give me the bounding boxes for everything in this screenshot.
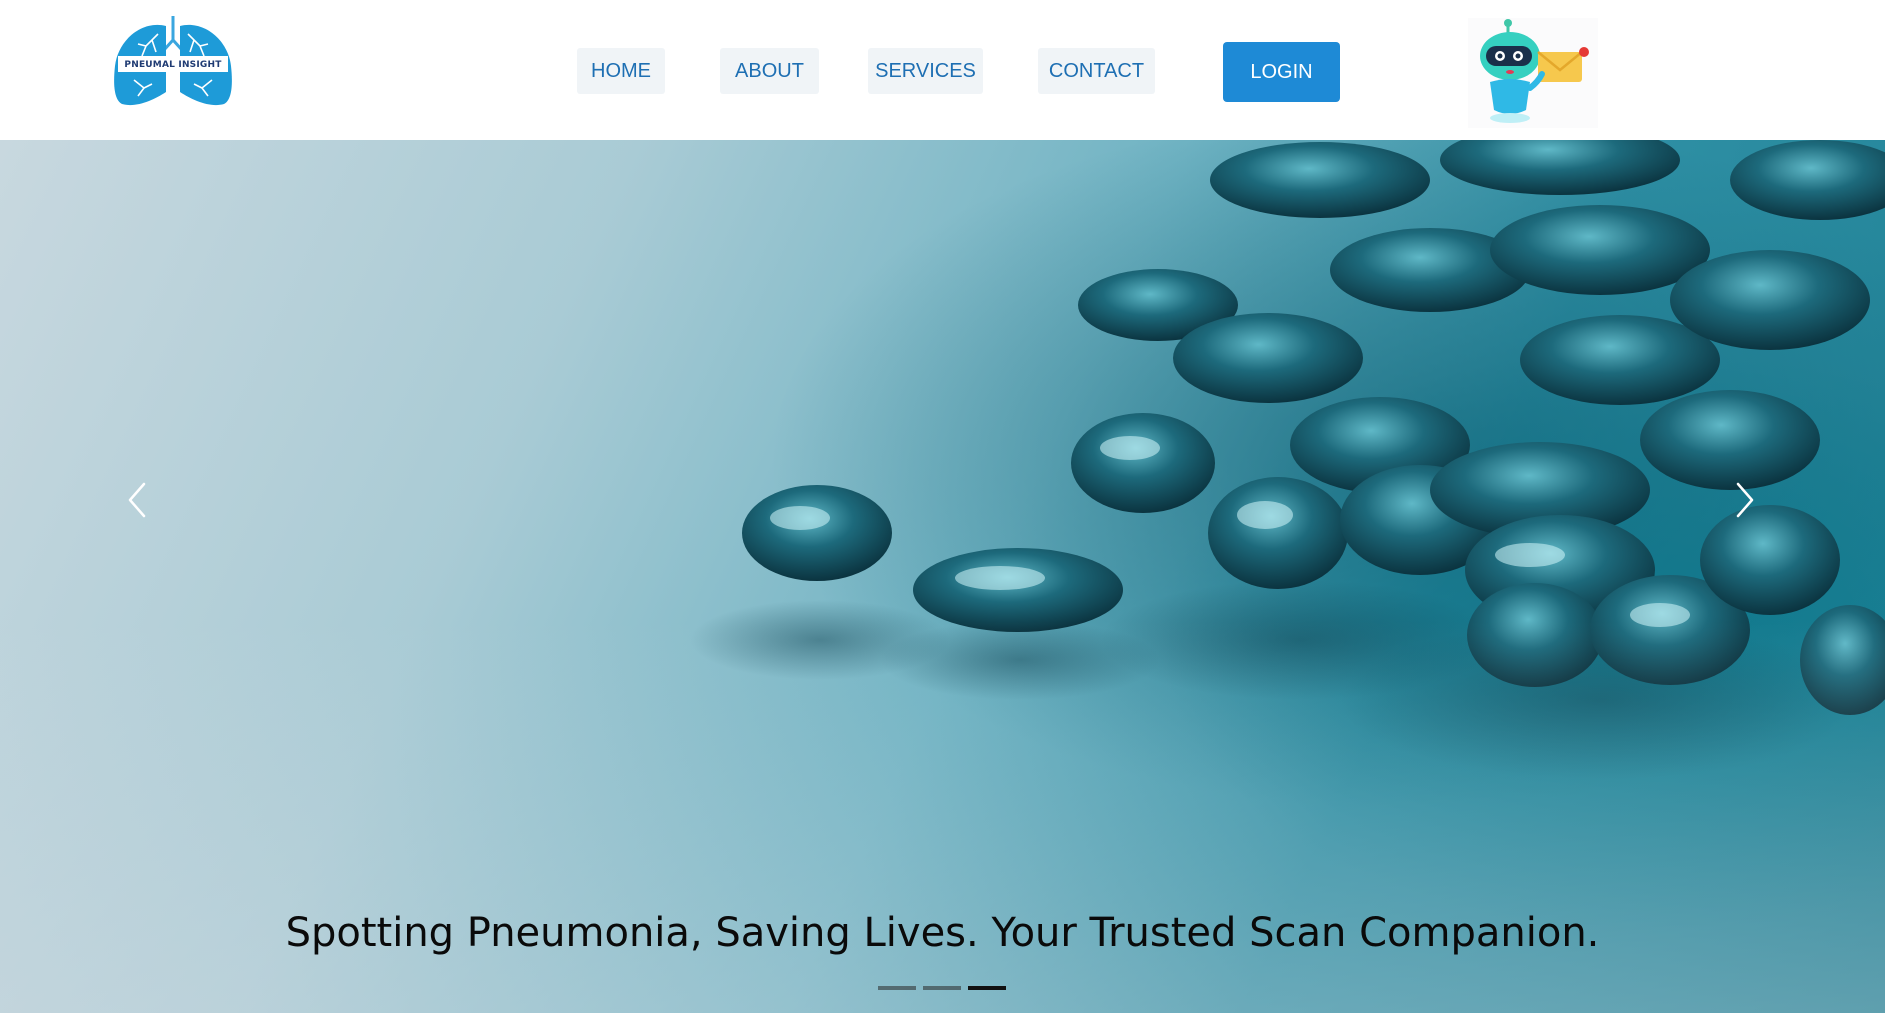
brand-logo[interactable]: PNEUMAL INSIGHT bbox=[112, 14, 234, 108]
nav-about-link[interactable]: ABOUT bbox=[720, 48, 819, 94]
login-button[interactable]: LOGIN bbox=[1223, 42, 1340, 102]
chatbot-button[interactable] bbox=[1468, 18, 1598, 128]
carousel-indicators bbox=[878, 978, 1008, 998]
carousel-indicator-1[interactable] bbox=[878, 986, 916, 990]
hero-overlay bbox=[0, 140, 1885, 1013]
chevron-left-icon bbox=[128, 482, 146, 518]
carousel-next-button[interactable] bbox=[1714, 470, 1774, 530]
nav-services-link[interactable]: SERVICES bbox=[868, 48, 983, 94]
chevron-right-icon bbox=[1736, 482, 1754, 518]
hero-caption: Spotting Pneumonia, Saving Lives. Your T… bbox=[285, 910, 1600, 956]
nav-home-link[interactable]: HOME bbox=[577, 48, 665, 94]
logo-text: PNEUMAL INSIGHT bbox=[124, 60, 222, 70]
nav-contact-link[interactable]: CONTACT bbox=[1038, 48, 1155, 94]
carousel-indicator-3[interactable] bbox=[968, 986, 1006, 990]
robot-chatbot-icon bbox=[1480, 19, 1589, 123]
carousel-prev-button[interactable] bbox=[108, 470, 168, 530]
top-navbar: PNEUMAL INSIGHT HOME ABOUT SERVICES CONT… bbox=[0, 0, 1885, 140]
carousel-indicator-2[interactable] bbox=[923, 986, 961, 990]
hero-carousel[interactable]: Spotting Pneumonia, Saving Lives. Your T… bbox=[0, 140, 1885, 1013]
